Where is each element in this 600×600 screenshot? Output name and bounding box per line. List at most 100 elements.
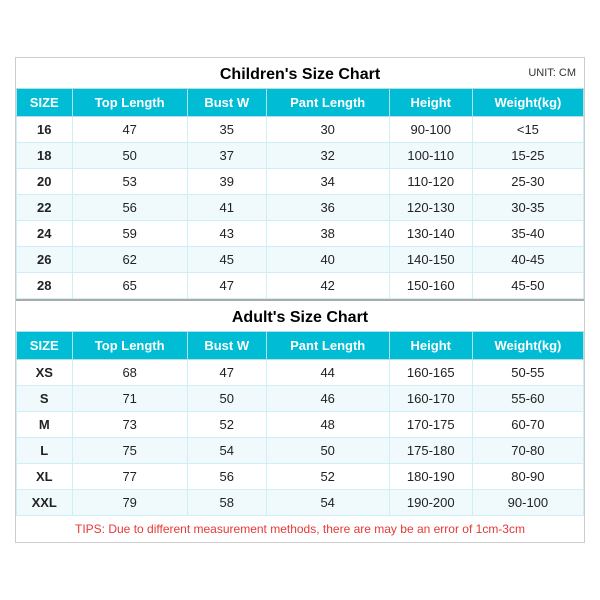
children-section-title: Children's Size Chart UNIT: CM	[16, 58, 584, 88]
table-row: L755450175-18070-80	[17, 438, 584, 464]
adults-col-height: Height	[389, 332, 472, 360]
table-cell: 36	[266, 195, 389, 221]
table-cell: 77	[72, 464, 187, 490]
table-cell: 120-130	[389, 195, 472, 221]
adults-col-size: SIZE	[17, 332, 73, 360]
table-row: M735248170-17560-70	[17, 412, 584, 438]
table-cell: 53	[72, 169, 187, 195]
table-cell: 56	[187, 464, 266, 490]
tips-text: TIPS: Due to different measurement metho…	[16, 516, 584, 542]
table-cell: 65	[72, 273, 187, 299]
table-cell: L	[17, 438, 73, 464]
table-cell: <15	[472, 117, 583, 143]
table-row: 1647353090-100<15	[17, 117, 584, 143]
table-cell: 68	[72, 360, 187, 386]
table-row: 22564136120-13030-35	[17, 195, 584, 221]
children-col-weight: Weight(kg)	[472, 89, 583, 117]
table-cell: 18	[17, 143, 73, 169]
table-cell: 160-165	[389, 360, 472, 386]
table-cell: 45	[187, 247, 266, 273]
table-cell: 30-35	[472, 195, 583, 221]
table-cell: 50	[187, 386, 266, 412]
table-cell: M	[17, 412, 73, 438]
table-cell: 48	[266, 412, 389, 438]
table-cell: XS	[17, 360, 73, 386]
table-cell: 47	[187, 273, 266, 299]
children-header-row: SIZE Top Length Bust W Pant Length Heigh…	[17, 89, 584, 117]
table-cell: 190-200	[389, 490, 472, 516]
table-cell: 175-180	[389, 438, 472, 464]
children-col-toplength: Top Length	[72, 89, 187, 117]
table-row: S715046160-17055-60	[17, 386, 584, 412]
table-cell: 71	[72, 386, 187, 412]
adults-header-row: SIZE Top Length Bust W Pant Length Heigh…	[17, 332, 584, 360]
table-cell: 50	[72, 143, 187, 169]
table-cell: 37	[187, 143, 266, 169]
table-cell: 59	[72, 221, 187, 247]
table-cell: 26	[17, 247, 73, 273]
table-cell: S	[17, 386, 73, 412]
unit-label: UNIT: CM	[528, 67, 576, 79]
table-cell: 75	[72, 438, 187, 464]
table-cell: 140-150	[389, 247, 472, 273]
table-row: 26624540140-15040-45	[17, 247, 584, 273]
size-chart-container: Children's Size Chart UNIT: CM SIZE Top …	[15, 57, 585, 543]
table-cell: 130-140	[389, 221, 472, 247]
table-cell: 58	[187, 490, 266, 516]
table-cell: XL	[17, 464, 73, 490]
children-size-table: SIZE Top Length Bust W Pant Length Heigh…	[16, 88, 584, 299]
children-col-bustw: Bust W	[187, 89, 266, 117]
table-cell: 43	[187, 221, 266, 247]
table-cell: 54	[266, 490, 389, 516]
table-cell: 40-45	[472, 247, 583, 273]
adults-col-toplength: Top Length	[72, 332, 187, 360]
table-cell: 47	[72, 117, 187, 143]
table-cell: 79	[72, 490, 187, 516]
table-row: 28654742150-16045-50	[17, 273, 584, 299]
adults-col-bustw: Bust W	[187, 332, 266, 360]
table-cell: 100-110	[389, 143, 472, 169]
table-cell: 25-30	[472, 169, 583, 195]
table-cell: 39	[187, 169, 266, 195]
table-cell: 110-120	[389, 169, 472, 195]
table-cell: 47	[187, 360, 266, 386]
children-col-pantlength: Pant Length	[266, 89, 389, 117]
table-cell: 34	[266, 169, 389, 195]
adults-col-weight: Weight(kg)	[472, 332, 583, 360]
table-cell: 42	[266, 273, 389, 299]
adults-col-pantlength: Pant Length	[266, 332, 389, 360]
table-cell: 52	[187, 412, 266, 438]
table-cell: 62	[72, 247, 187, 273]
table-cell: 50-55	[472, 360, 583, 386]
table-cell: 44	[266, 360, 389, 386]
table-cell: 45-50	[472, 273, 583, 299]
table-cell: 20	[17, 169, 73, 195]
table-cell: 24	[17, 221, 73, 247]
table-cell: 55-60	[472, 386, 583, 412]
table-cell: 170-175	[389, 412, 472, 438]
table-row: XS684744160-16550-55	[17, 360, 584, 386]
table-cell: 150-160	[389, 273, 472, 299]
table-cell: 80-90	[472, 464, 583, 490]
table-cell: 28	[17, 273, 73, 299]
table-row: XL775652180-19080-90	[17, 464, 584, 490]
table-cell: 35-40	[472, 221, 583, 247]
table-cell: XXL	[17, 490, 73, 516]
children-title-text: Children's Size Chart	[220, 66, 380, 83]
table-cell: 35	[187, 117, 266, 143]
table-cell: 160-170	[389, 386, 472, 412]
table-cell: 90-100	[472, 490, 583, 516]
table-cell: 15-25	[472, 143, 583, 169]
children-col-size: SIZE	[17, 89, 73, 117]
adults-title-text: Adult's Size Chart	[232, 309, 368, 326]
table-cell: 180-190	[389, 464, 472, 490]
children-col-height: Height	[389, 89, 472, 117]
table-cell: 50	[266, 438, 389, 464]
adults-section-title: Adult's Size Chart	[16, 299, 584, 331]
table-cell: 40	[266, 247, 389, 273]
table-cell: 56	[72, 195, 187, 221]
table-cell: 46	[266, 386, 389, 412]
table-cell: 54	[187, 438, 266, 464]
table-row: 24594338130-14035-40	[17, 221, 584, 247]
table-row: 20533934110-12025-30	[17, 169, 584, 195]
